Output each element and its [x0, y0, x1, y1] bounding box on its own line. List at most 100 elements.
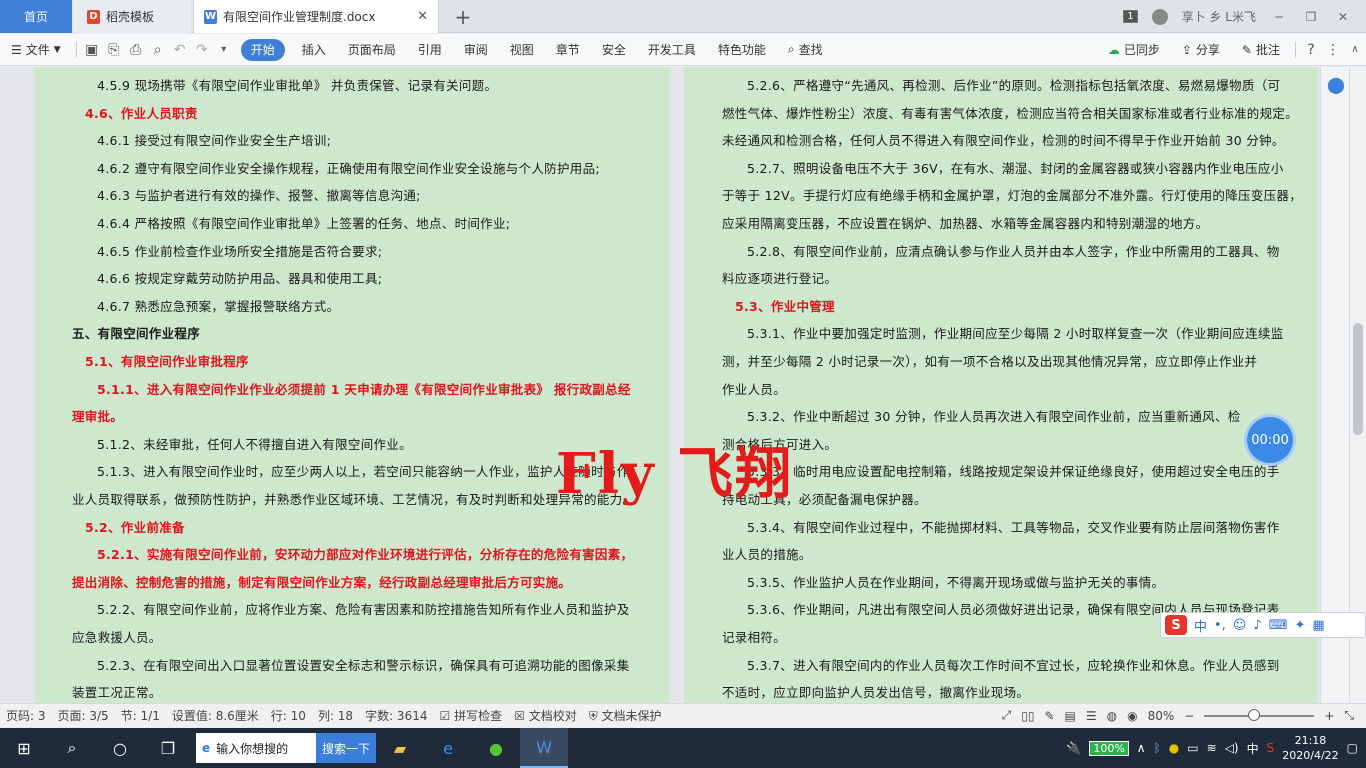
tab-developer[interactable]: 开发工具 [637, 34, 707, 66]
restore-button[interactable]: ❐ [1302, 10, 1320, 24]
document-line[interactable]: 理审批。 [72, 406, 123, 425]
fit-page-icon[interactable]: ⤡ [1344, 708, 1354, 723]
undo-icon[interactable]: ↶ [169, 34, 191, 66]
document-line[interactable]: 装置工况正常。 [72, 682, 162, 701]
browser-search-box[interactable]: e 输入你想搜的 [196, 733, 316, 763]
share-button[interactable]: ⇪ 分享 [1171, 34, 1231, 66]
microphone-icon[interactable]: ♪ [1253, 618, 1261, 633]
spell-check-button[interactable]: ☑ 拼写检查 [433, 707, 508, 724]
document-line[interactable]: 提出消除、控制危害的措施，制定有限空间作业方案，经行政副总经理审批后方可实施。 [72, 572, 571, 591]
sync-button[interactable]: ☁ 已同步 [1097, 34, 1171, 66]
document-line[interactable]: 5.3.2、作业中断超过 30 分钟，作业人员再次进入有限空间作业前，应当重新通… [747, 406, 1241, 425]
document-line[interactable]: 5.3.3、临时用电应设置配电控制箱，线路按规定架设并保证绝缘良好，使用超过安全… [747, 461, 1280, 480]
document-line[interactable]: 5.1.3、进入有限空间作业时，应至少两人以上，若空间只能容纳一人作业，监护人应… [97, 461, 630, 480]
reading-mode-icon[interactable]: ▯▯ [1021, 709, 1034, 723]
file-menu[interactable]: ☰ 文件 ▼ [0, 34, 72, 66]
minimize-button[interactable]: ─ [1270, 10, 1288, 24]
status-word-count[interactable]: 字数: 3614 [359, 707, 433, 724]
document-page-left[interactable]: 4.5.9 现场携带《有限空间作业审批单》 并负责保管、记录有关问题。 4.6、作… [34, 67, 670, 703]
document-line[interactable]: 应急救援人员。 [72, 627, 162, 646]
file-explorer-icon[interactable]: ▰ [376, 728, 424, 768]
sogou-tray-icon[interactable]: S [1267, 741, 1275, 755]
collapse-ribbon-icon[interactable]: ∧ [1344, 34, 1366, 66]
document-line[interactable]: 未经通风和检测合格，任何人员不得进入有限空间作业，检测的时间不得早于作业开始前 … [722, 130, 1285, 149]
document-line[interactable]: 4.6.4 严格按照《有限空间作业审批单》上签署的任务、地点、时间作业; [97, 213, 510, 232]
cortana-icon[interactable]: ○ [96, 728, 144, 768]
document-line[interactable]: 不适时，应立即向监护人员发出信号，撤离作业现场。 [722, 682, 1029, 701]
document-line[interactable]: 5.2.6、严格遵守“先通风、再检测、后作业”的原则。检测指标包括氧浓度、易燃易… [747, 75, 1280, 94]
status-column[interactable]: 列: 18 [312, 707, 359, 724]
green-app-icon[interactable]: ● [472, 728, 520, 768]
notification-icon[interactable]: ▢ [1347, 741, 1358, 755]
close-tab-icon[interactable]: ✕ [417, 9, 428, 24]
zoom-slider-knob[interactable] [1248, 708, 1261, 721]
tab-features[interactable]: 特色功能 [707, 34, 777, 66]
windows-start-button[interactable]: ⊞ [0, 728, 48, 768]
tab-review[interactable]: 审阅 [453, 34, 499, 66]
document-line[interactable]: 4.6.6 按规定穿戴劳动防护用品、器具和使用工具; [97, 268, 382, 287]
user-name[interactable]: 享卜 乡 L米飞 [1182, 8, 1256, 25]
tab-chapter[interactable]: 章节 [545, 34, 591, 66]
document-page-right[interactable]: 5.2.6、严格遵守“先通风、再检测、后作业”的原则。检测指标包括氧浓度、易燃易… [684, 67, 1318, 703]
tab-view[interactable]: 视图 [499, 34, 545, 66]
tab-security[interactable]: 安全 [591, 34, 637, 66]
document-line[interactable]: 作业人员。 [722, 379, 786, 398]
document-line[interactable]: 测，并至少每隔 2 小时记录一次），如有一项不合格以及出现其他情况异常，应立即停… [722, 351, 1257, 370]
wifi-icon[interactable]: ≋ [1207, 741, 1217, 755]
document-line[interactable]: 记录相符。 [722, 627, 786, 646]
document-line[interactable]: 4.6.5 作业前检查作业场所安全措施是否符合要求; [97, 241, 382, 260]
document-line[interactable]: 5.3.7、进入有限空间内的作业人员每次工作时间不宜过长，应轮换作业和休息。作业… [747, 655, 1280, 674]
skin-icon[interactable]: ✦ [1294, 618, 1305, 633]
toolbox-icon[interactable]: ▦ [1312, 618, 1324, 633]
fullscreen-icon[interactable]: ⤢ [1002, 708, 1012, 723]
document-line[interactable]: 4.6.7 熟悉应急预案，掌握报警联络方式。 [97, 296, 339, 315]
tab-home[interactable]: 首页 [0, 0, 72, 33]
status-setting[interactable]: 设置值: 8.6厘米 [166, 707, 265, 724]
document-line[interactable]: 4.6.3 与监护者进行有效的操作、报警、撤离等信息沟通; [97, 185, 421, 204]
volume-icon[interactable]: ◁) [1225, 741, 1239, 755]
save-icon[interactable]: ▣ [81, 34, 103, 66]
document-line[interactable]: 5.2.7、照明设备电压不大于 36V，在有水、潮湿、封闭的金属容器或狭小容器内… [747, 158, 1284, 177]
edit-mode-icon[interactable]: ✎ [1044, 709, 1054, 723]
zoom-in-button[interactable]: + [1324, 709, 1334, 723]
document-line[interactable]: 5.3、作业中管理 [735, 296, 835, 315]
sogou-ime-toolbar[interactable]: S 中 •, ☺ ♪ ⌨ ✦ ▦ [1160, 612, 1366, 638]
tab-references[interactable]: 引用 [407, 34, 453, 66]
print-preview-icon[interactable]: ⌕ [147, 34, 169, 66]
document-line[interactable]: 5.3.4、有限空间作业过程中，不能抛掷材料、工具等物品，交叉作业要有防止层间落… [747, 517, 1280, 536]
bluetooth-icon[interactable]: ᛒ [1154, 741, 1161, 755]
redo-icon[interactable]: ↷ [191, 34, 213, 66]
page-view-icon[interactable]: ▤ [1065, 709, 1076, 723]
task-view-icon[interactable]: ❐ [144, 728, 192, 768]
new-tab-button[interactable]: + [446, 0, 480, 33]
battery-indicator[interactable]: 100% [1089, 740, 1129, 756]
document-line[interactable]: 业人员的措施。 [722, 544, 812, 563]
comment-button[interactable]: ✎ 批注 [1231, 34, 1291, 66]
find-button[interactable]: ⌕ 查找 [777, 34, 834, 66]
help-icon[interactable]: ? [1300, 34, 1322, 66]
status-row[interactable]: 行: 10 [265, 707, 312, 724]
tab-insert[interactable]: 插入 [291, 34, 337, 66]
search-submit-button[interactable]: 搜索一下 [316, 733, 377, 763]
document-line[interactable]: 5.1、有限空间作业审批程序 [85, 351, 249, 370]
power-plug-icon[interactable]: 🔌 [1066, 741, 1081, 755]
zoom-slider[interactable] [1204, 708, 1315, 721]
document-line[interactable]: 5.1.1、进入有限空间作业作业必须提前 1 天申请办理《有限空间作业审批表》 … [97, 379, 631, 398]
document-line[interactable]: 燃性气体、爆炸性粉尘）浓度、有毒有害气体浓度，检测应当符合相关国家标准或者行业标… [722, 103, 1298, 122]
web-view-icon[interactable]: ◍ [1107, 709, 1117, 723]
tab-document[interactable]: W 有限空间作业管理制度.docx ✕ [193, 0, 439, 33]
eye-protection-icon[interactable]: ◉ [1127, 709, 1137, 723]
wps-writer-icon[interactable]: W [520, 728, 569, 768]
app-tray-icon[interactable]: ● [1169, 741, 1179, 755]
status-pages[interactable]: 页面: 3/5 [52, 707, 115, 724]
document-line[interactable]: 4.6、作业人员职责 [85, 103, 198, 122]
tab-docer-template[interactable]: D 稻壳模板 [73, 0, 191, 33]
system-clock[interactable]: 21:18 2020/4/22 [1282, 733, 1338, 763]
punctuation-icon[interactable]: •, [1214, 618, 1226, 633]
document-line[interactable]: 5.3.5、作业监护人员在作业期间，不得离开现场或做与监护无关的事情。 [747, 572, 1164, 591]
zoom-level[interactable]: 80% [1148, 709, 1175, 723]
document-line[interactable]: 4.6.2 遵守有限空间作业安全操作规程，正确使用有限空间作业安全设施与个人防护… [97, 158, 600, 177]
battery-icon[interactable]: ▭ [1187, 741, 1198, 755]
proofread-button[interactable]: ☒ 文档校对 [508, 707, 583, 724]
export-icon[interactable]: ⎘ [103, 34, 125, 66]
